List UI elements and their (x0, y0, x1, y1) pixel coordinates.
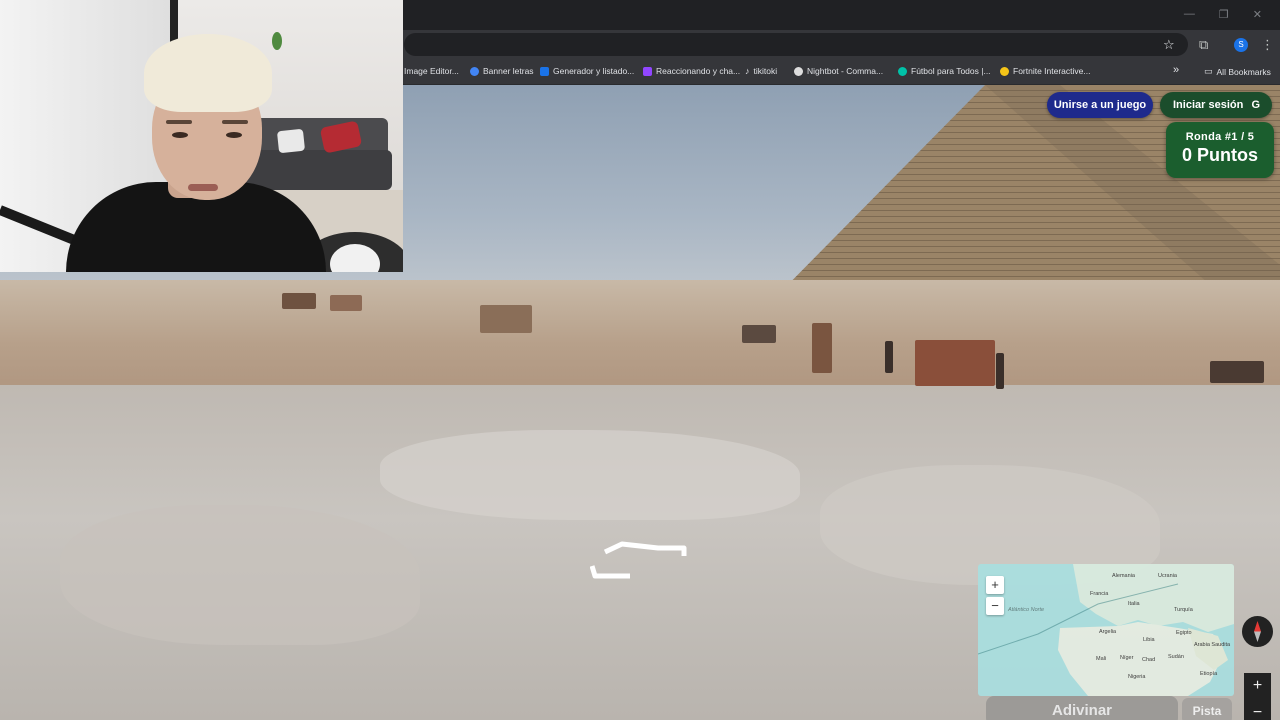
hint-button[interactable]: Pista (1182, 698, 1232, 720)
bookmark-label: Fortnite Interactive... (1013, 66, 1091, 76)
score-panel: Ronda #1 / 5 0 Puntos (1166, 122, 1274, 178)
map-label: Mali (1096, 656, 1107, 662)
minimize-button[interactable]: — (1184, 8, 1195, 21)
guess-map[interactable]: Alemania Ucrania Francia Italia Atlántic… (978, 564, 1234, 696)
bookmark-label: Banner letras (483, 66, 534, 76)
camel (812, 323, 832, 373)
nightbot-icon (794, 66, 803, 76)
bookmark-item[interactable]: Image Editor... (404, 66, 459, 76)
map-label: Arabia Saudita (1194, 642, 1231, 648)
bookmark-label: Nightbot - Comma... (807, 66, 884, 76)
horse-carriage (282, 293, 316, 309)
bookmark-label: Generador y listado... (553, 66, 635, 76)
map-label: Ucrania (1158, 573, 1177, 579)
eyebrow (222, 120, 248, 124)
map-label: Argelia (1099, 629, 1117, 635)
street-view-zoom-in-button[interactable]: + (1244, 673, 1271, 700)
bookmark-item[interactable]: Fútbol para Todos |... (898, 66, 991, 76)
profile-avatar[interactable]: S (1234, 38, 1248, 52)
mouth (188, 184, 218, 191)
favicon-icon (898, 66, 907, 76)
favicon-icon (470, 66, 479, 76)
compass-icon[interactable] (1242, 616, 1273, 647)
wall-plant (272, 32, 282, 50)
maximize-button[interactable]: ❐ (1219, 8, 1229, 21)
close-button[interactable]: ✕ (1253, 8, 1262, 21)
horse-carriage (480, 305, 532, 333)
fortnite-icon (1000, 66, 1009, 76)
map-label: Libia (1143, 637, 1155, 643)
login-button[interactable]: Iniciar sesión G (1160, 92, 1272, 118)
bookmark-label: Reaccionando y cha... (656, 66, 741, 76)
bookmark-label: Image Editor... (404, 66, 459, 76)
streamer-hair (144, 34, 272, 112)
rock-slab (60, 505, 420, 645)
rock-slab (380, 430, 800, 520)
all-bookmarks-button[interactable]: ▭ All Bookmarks (1204, 66, 1271, 77)
navigation-arrow-icon[interactable] (590, 540, 690, 580)
pillow (276, 128, 306, 154)
guess-button[interactable]: Adivinar (986, 696, 1178, 720)
menu-kebab-icon[interactable]: ⋮ (1261, 37, 1274, 53)
favicon-icon (540, 66, 549, 76)
horse-carriage (742, 325, 776, 343)
google-icon: G (1251, 99, 1260, 111)
map-label: Italia (1128, 601, 1140, 607)
tiktok-icon: ♪ (745, 66, 750, 76)
bookmark-label: Fútbol para Todos |... (911, 66, 991, 76)
window-controls: — ❐ ✕ (1184, 8, 1262, 21)
bookmark-item[interactable]: Fortnite Interactive... (1000, 66, 1090, 76)
horse-carriage (330, 295, 362, 311)
horse-carriage (1210, 361, 1264, 383)
map-label: Francia (1090, 591, 1109, 597)
bookmark-item[interactable]: Reaccionando y cha... (643, 66, 740, 76)
bookmark-star-icon[interactable]: ☆ (1163, 37, 1175, 53)
map-zoom-in-button[interactable]: + (986, 576, 1004, 594)
person (885, 341, 893, 373)
map-label: Níger (1120, 655, 1134, 661)
points-display: 0 Puntos (1181, 145, 1258, 165)
twitch-icon (643, 66, 652, 76)
sofa-seat (246, 150, 392, 190)
bookmark-item[interactable]: Generador y listado... (540, 66, 634, 76)
bookmarks-overflow-button[interactable]: » (1173, 64, 1179, 76)
map-label: Sudán (1168, 654, 1184, 660)
bookmark-label: tikitoki (753, 66, 778, 76)
join-game-button[interactable]: Unirse a un juego (1047, 92, 1153, 118)
extensions-icon[interactable]: ⧉ (1199, 37, 1208, 53)
folder-icon: ▭ (1204, 66, 1213, 76)
eyebrow (166, 120, 192, 124)
login-label: Iniciar sesión (1173, 99, 1244, 111)
map-label: Atlántico Norte (1008, 607, 1045, 613)
horse-carriage (915, 340, 995, 386)
bookmark-item[interactable]: Nightbot - Comma... (794, 66, 883, 76)
map-label: Turquía (1174, 607, 1193, 613)
eye (172, 132, 188, 138)
eye (226, 132, 242, 138)
person (996, 353, 1004, 389)
map-label: Chad (1142, 657, 1156, 663)
webcam-overlay (0, 0, 403, 272)
bookmark-item[interactable]: ♪ tikitoki (745, 66, 777, 76)
map-zoom-out-button[interactable]: − (986, 597, 1004, 615)
bookmark-item[interactable]: Banner letras (470, 66, 534, 76)
round-counter: Ronda #1 / 5 (1185, 131, 1255, 143)
map-label: Egipto (1176, 630, 1192, 636)
street-view-zoom-out-button[interactable]: − (1244, 700, 1271, 720)
all-bookmarks-label: All Bookmarks (1216, 66, 1271, 77)
map-label: Etiopía (1200, 671, 1218, 677)
map-label: Alemania (1112, 573, 1135, 579)
map-label: Nigeria (1128, 674, 1146, 680)
address-bar[interactable] (404, 33, 1188, 56)
